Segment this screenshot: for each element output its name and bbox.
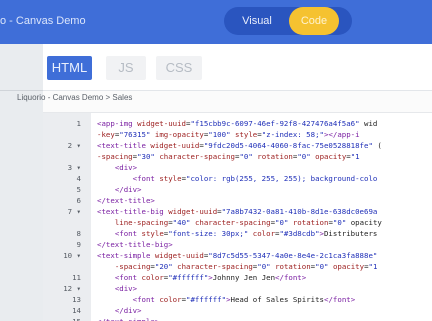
- code-line[interactable]: 1 <app-img widget-uuid="f15cbb9c-6097-46e…: [43, 118, 432, 129]
- line-number[interactable]: 7 ▾: [43, 206, 81, 217]
- code-text: <font style="font-size: 30px;" color="#3…: [114, 229, 378, 238]
- line-number: 9: [76, 240, 81, 249]
- line-number: 8: [76, 229, 81, 238]
- left-panel: [0, 44, 43, 321]
- code-line[interactable]: -spacing="20" character-spacing="0" rota…: [43, 261, 432, 272]
- code-editor[interactable]: 1 <app-img widget-uuid="f15cbb9c-6097-46e…: [43, 112, 432, 321]
- code-line[interactable]: 7 ▾ <text-title-big widget-uuid="7a8b7432…: [43, 206, 432, 217]
- code-line[interactable]: 8 <font style="font-size: 30px;" color="…: [43, 228, 432, 239]
- line-number: 14: [72, 306, 81, 315]
- code-text: <font color="#ffffff">Head of Sales Spir…: [132, 295, 356, 304]
- tab-html[interactable]: HTML: [47, 56, 92, 80]
- code-text: <div>: [114, 163, 138, 172]
- code-text: <text-title-big widget-uuid="7a8b7432-0a…: [97, 207, 378, 216]
- code-line[interactable]: line-spacing="40" character-spacing="0" …: [43, 217, 432, 228]
- view-mode-toggle[interactable]: Visual Code: [224, 7, 352, 35]
- code-line[interactable]: -spacing="30" character-spacing="0" rota…: [43, 151, 432, 162]
- visual-mode-button[interactable]: Visual: [224, 7, 290, 35]
- code-text: -key="76315" img-opacity="100" style="z-…: [97, 130, 360, 139]
- line-number[interactable]: 2 ▾: [43, 140, 81, 151]
- code-line[interactable]: 6 </text-title>: [43, 195, 432, 206]
- line-number: 6: [76, 196, 81, 205]
- left-panel-divider: [0, 90, 43, 91]
- code-text: -spacing="20" character-spacing="0" rota…: [114, 262, 378, 271]
- code-text: <div>: [114, 284, 138, 293]
- tabs-divider: [43, 90, 432, 91]
- code-line[interactable]: 12 ▾ <div>: [43, 283, 432, 294]
- code-line[interactable]: -key="76315" img-opacity="100" style="z-…: [43, 129, 432, 140]
- code-text: -spacing="30" character-spacing="0" rota…: [97, 152, 360, 161]
- line-number[interactable]: 10 ▾: [43, 250, 81, 261]
- app-title: o - Canvas Demo: [0, 15, 86, 27]
- code-text: <font style="color: rgb(255, 255, 255); …: [132, 174, 378, 183]
- code-line[interactable]: 11 <font color="#ffffff">Johnny Jen Jen<…: [43, 272, 432, 283]
- code-mode-button[interactable]: Code: [289, 7, 339, 35]
- code-line[interactable]: 13 <font color="#ffffff">Head of Sales S…: [43, 294, 432, 305]
- code-text: <text-simple widget-uuid="8d7c5d55-5347-…: [97, 251, 378, 260]
- code-text: </text-simple>: [97, 316, 159, 321]
- code-line[interactable]: 3 ▾ <div>: [43, 162, 432, 173]
- code-line[interactable]: 9 </text-title-big>: [43, 239, 432, 250]
- code-line[interactable]: 15 </text-simple>: [43, 316, 432, 321]
- top-bar: o - Canvas Demo Visual Code: [0, 0, 432, 44]
- line-number: 13: [72, 295, 81, 304]
- language-tabs: HTML JS CSS: [43, 44, 432, 90]
- code-line[interactable]: 5 </div>: [43, 184, 432, 195]
- line-number: 15: [43, 316, 81, 321]
- code-text: </div>: [114, 306, 142, 315]
- code-text: </text-title>: [97, 196, 155, 205]
- line-number[interactable]: 12 ▾: [43, 283, 81, 294]
- code-text: <font color="#ffffff">Johnny Jen Jen</fo…: [114, 273, 307, 282]
- code-text: <app-img widget-uuid="f15cbb9c-6097-46ef…: [97, 119, 378, 128]
- code-line[interactable]: 2 ▾ <text-title widget-uuid="9fdc20d5-406…: [43, 140, 432, 151]
- line-number: 11: [72, 273, 81, 282]
- line-number: 1: [76, 119, 81, 128]
- tab-js[interactable]: JS: [106, 56, 146, 80]
- line-number[interactable]: 3 ▾: [43, 162, 81, 173]
- line-number: 5: [76, 185, 81, 194]
- tab-css[interactable]: CSS: [156, 56, 202, 80]
- code-line[interactable]: 10 ▾ <text-simple widget-uuid="8d7c5d55-5…: [43, 250, 432, 261]
- code-text: <text-title widget-uuid="9fdc20d5-4064-4…: [97, 141, 382, 150]
- breadcrumb: Liquorio - Canvas Demo > Sales: [17, 93, 133, 102]
- code-text: line-spacing="40" character-spacing="0" …: [114, 218, 382, 227]
- code-line[interactable]: 4 <font style="color: rgb(255, 255, 255)…: [43, 173, 432, 184]
- code-text: </text-title-big>: [97, 240, 173, 249]
- code-text: </div>: [114, 185, 142, 194]
- line-number: 4: [76, 174, 81, 183]
- code-line[interactable]: 14 </div>: [43, 305, 432, 316]
